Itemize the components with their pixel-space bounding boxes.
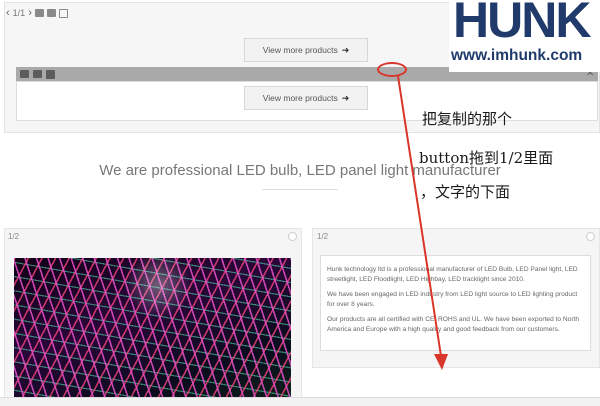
annotation-arrow — [397, 75, 448, 370]
